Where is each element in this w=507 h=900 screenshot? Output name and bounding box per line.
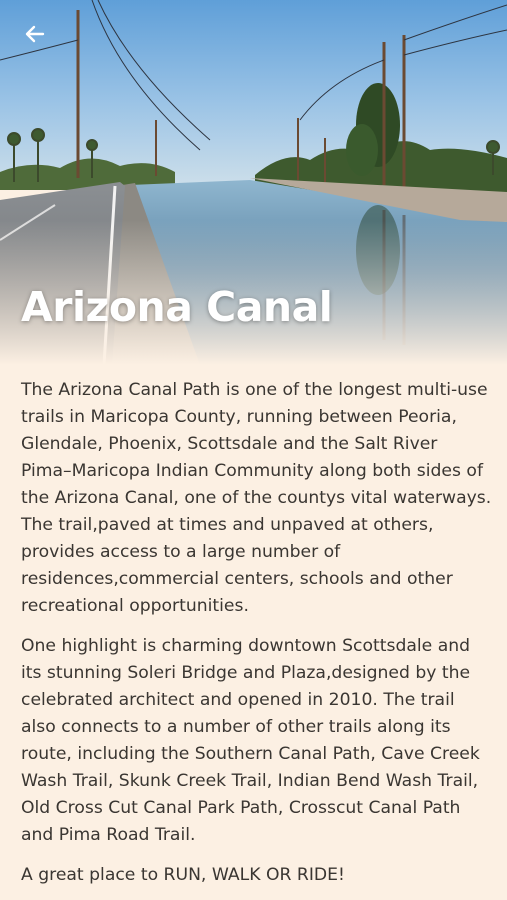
description: The Arizona Canal Path is one of the lon…	[21, 377, 493, 900]
detail-screen: Arizona Canal The Arizona Canal Path is …	[0, 0, 507, 900]
arrow-left-icon	[23, 22, 47, 50]
description-paragraph: One highlight is charming downtown Scott…	[21, 636, 480, 845]
page-title: Arizona Canal	[21, 283, 333, 331]
description-paragraph: The Arizona Canal Path is one of the lon…	[21, 380, 492, 616]
description-paragraph: A great place to RUN, WALK OR RIDE!	[21, 865, 345, 885]
back-button[interactable]	[16, 18, 54, 54]
